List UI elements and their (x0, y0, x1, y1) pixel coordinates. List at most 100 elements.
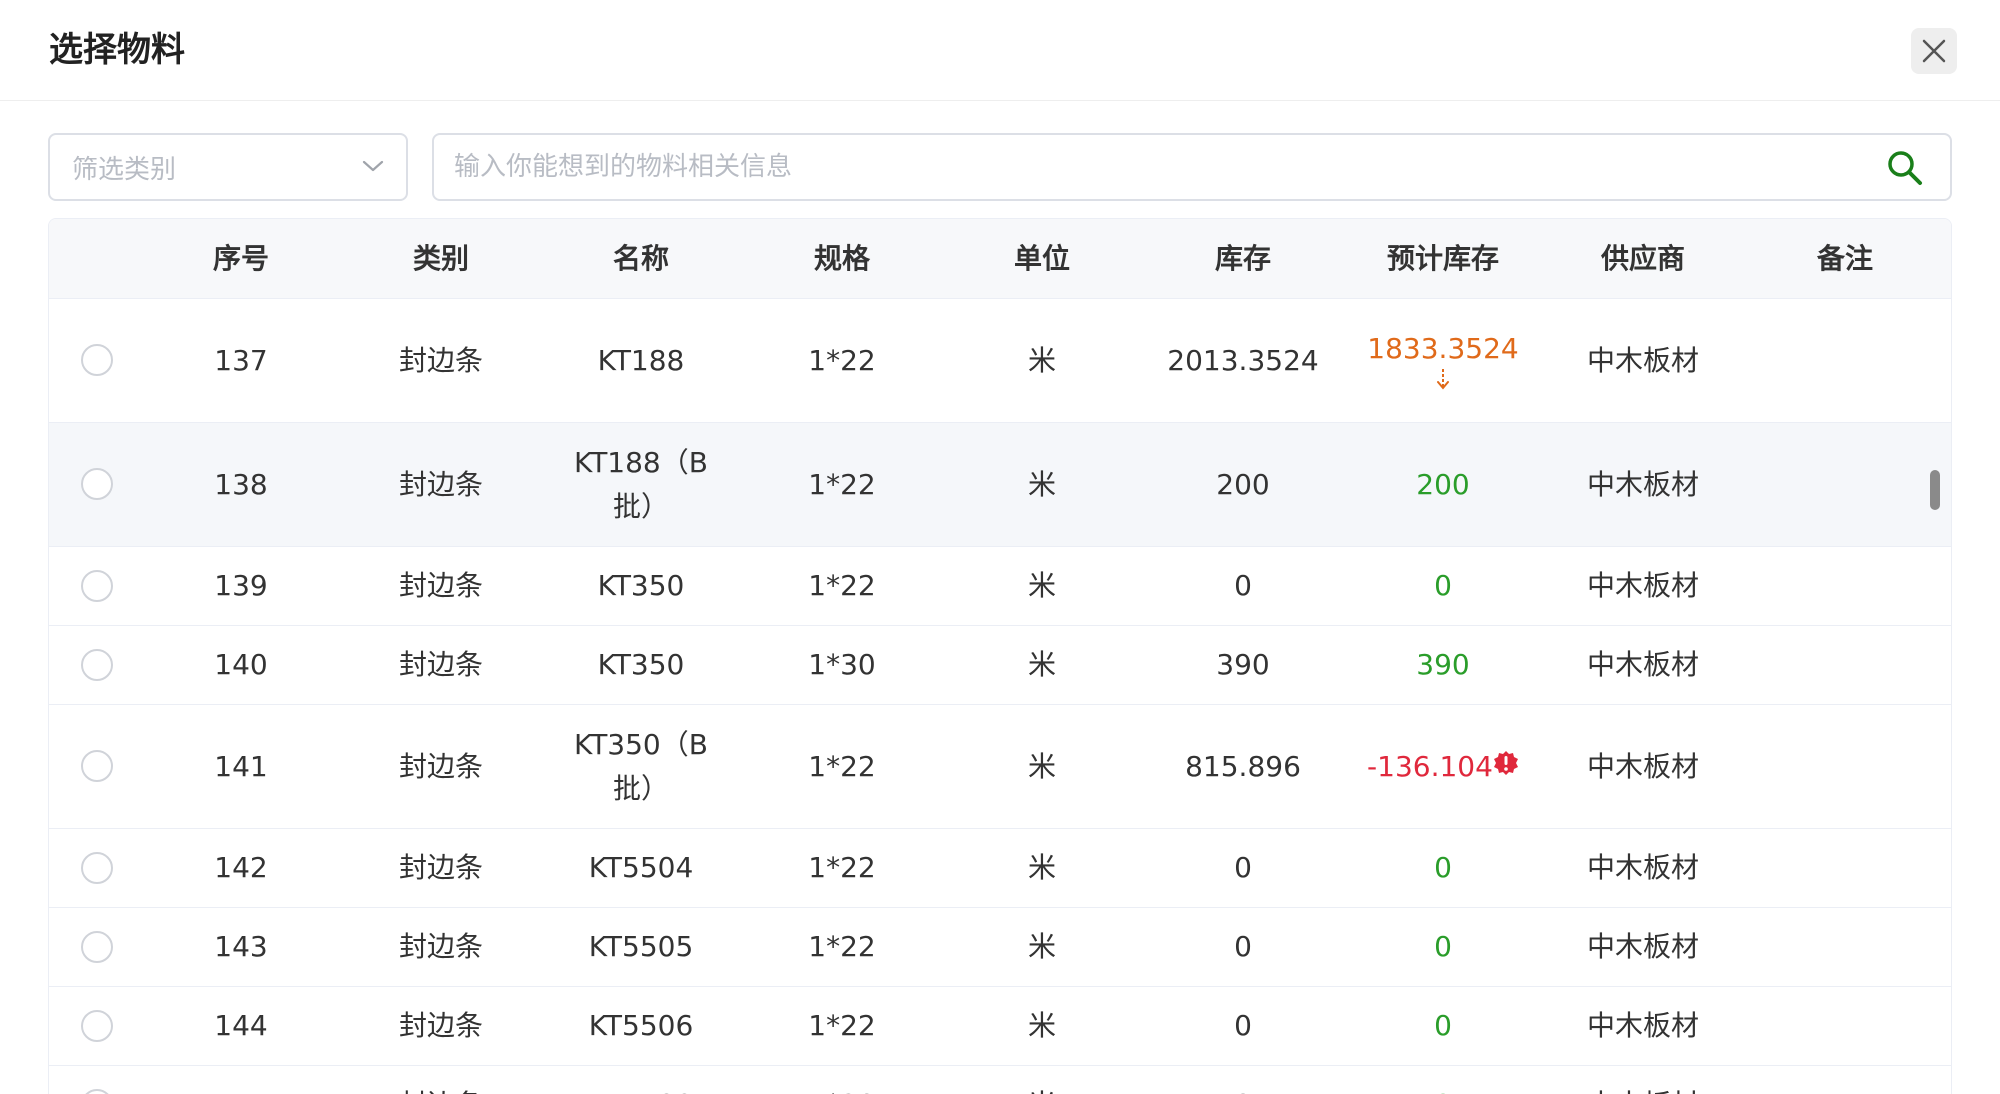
row-select-radio[interactable] (81, 1089, 113, 1094)
row-select-radio[interactable] (81, 468, 113, 500)
cell-unit: 米 (1027, 648, 1056, 681)
cell-unit: 米 (1027, 930, 1056, 963)
cell-category: 封边条 (398, 343, 483, 377)
cell-forecast-stock: 390 (1416, 648, 1470, 681)
cell-stock: 0 (1153, 1066, 1333, 1094)
cell-name: KT350（B批） (561, 705, 721, 828)
search-icon[interactable] (1886, 149, 1924, 187)
forecast-value: 1833.3524 (1367, 331, 1519, 365)
search-input[interactable] (454, 145, 1854, 189)
cell-remark (1765, 987, 1925, 1065)
cell-no: 145 (181, 1066, 301, 1094)
header-category: 类别 (412, 242, 469, 275)
header-no: 序号 (212, 242, 269, 275)
row-select-radio[interactable] (81, 570, 113, 602)
cell-no: 144 (214, 1009, 268, 1042)
cell-supplier: 中木板材 (1586, 749, 1699, 783)
cell-forecast-stock: 0 (1343, 1066, 1543, 1094)
dialog-title: 选择物料 (49, 30, 185, 70)
table-row[interactable]: 141 封边条 KT350（B批） 1*22 米 815.896 -136.10… (49, 705, 1951, 829)
header-spec: 规格 (813, 242, 870, 275)
cell-remark (1765, 626, 1925, 704)
search-box (432, 133, 1952, 201)
cell-forecast-stock: 0 (1434, 1009, 1452, 1042)
cell-category: 封边条 (398, 930, 483, 963)
cell-spec: 1*22 (808, 749, 876, 783)
cell-forecast-stock: 1833.3524 (1343, 299, 1543, 422)
cell-category: 封边条 (398, 851, 483, 884)
cell-no: 137 (214, 343, 268, 377)
category-filter-placeholder: 筛选类别 (72, 154, 177, 185)
material-table: 序号 类别 名称 规格 单位 库存 预计库存 供应商 备注 137 封边条 KT… (48, 218, 1952, 1094)
cell-unit: 米 (1027, 851, 1056, 884)
header-name: 名称 (612, 242, 669, 275)
table-row[interactable]: 144 封边条 KT5506 1*22 米 0 0 中木板材 (49, 987, 1951, 1066)
category-filter-select[interactable]: 筛选类别 (48, 133, 408, 201)
row-select-radio[interactable] (81, 649, 113, 681)
cell-spec: 1*30 (762, 1066, 922, 1094)
table-scrollbar[interactable] (1930, 470, 1940, 510)
cell-forecast-stock: -136.104 (1333, 705, 1553, 828)
cell-unit: 米 (982, 1066, 1102, 1094)
cell-supplier: 中木板材 (1586, 851, 1699, 884)
cell-name: KT5504 (588, 851, 694, 884)
cell-remark (1765, 1066, 1925, 1094)
table-row[interactable]: 137 封边条 KT188 1*22 米 2013.3524 1833.3524… (49, 299, 1951, 423)
header-supplier: 供应商 (1600, 242, 1685, 275)
cell-remark (1765, 705, 1925, 828)
cell-stock: 815.896 (1185, 749, 1301, 783)
cell-unit: 米 (1027, 569, 1056, 602)
cell-stock: 0 (1234, 930, 1252, 963)
table-header: 序号 类别 名称 规格 单位 库存 预计库存 供应商 备注 (49, 219, 1951, 299)
table-row[interactable]: 140 封边条 KT350 1*30 米 390 390 中木板材 (49, 626, 1951, 705)
row-select-radio[interactable] (81, 931, 113, 963)
cell-remark (1765, 829, 1925, 907)
cell-category: 封边条 (398, 648, 483, 681)
cell-remark (1765, 908, 1925, 986)
header-unit: 单位 (1013, 242, 1070, 275)
close-button[interactable] (1911, 28, 1957, 74)
table-row[interactable]: 138 封边条 KT188（B批） 1*22 米 200 200 中木板材 (49, 423, 1951, 547)
table-row[interactable]: 145 封边条 KT5508 1*30 米 0 0 中木板材 (49, 1066, 1951, 1094)
dialog-header: 选择物料 (0, 0, 2000, 101)
cell-remark (1765, 299, 1925, 422)
cell-spec: 1*22 (808, 1009, 876, 1042)
cell-spec: 1*22 (808, 569, 876, 602)
cell-spec: 1*22 (808, 851, 876, 884)
cell-forecast-stock: 0 (1434, 930, 1452, 963)
cell-supplier: 中木板材 (1563, 1066, 1723, 1094)
cell-supplier: 中木板材 (1586, 569, 1699, 602)
cell-forecast-stock: 0 (1434, 851, 1452, 884)
cell-forecast-stock: 0 (1434, 569, 1452, 602)
row-select-radio[interactable] (81, 1010, 113, 1042)
cell-name: KT350 (597, 569, 685, 602)
table-row[interactable]: 139 封边条 KT350 1*22 米 0 0 中木板材 (49, 547, 1951, 626)
row-select-radio[interactable] (81, 344, 113, 376)
cell-stock: 0 (1234, 1009, 1252, 1042)
cell-name: KT5505 (588, 930, 694, 963)
cell-no: 139 (214, 569, 268, 602)
alert-badge-icon (1493, 750, 1518, 775)
select-material-dialog: 选择物料 筛选类别 序号 类别 名称 规格 单位 (0, 0, 2000, 1094)
cell-spec: 1*30 (808, 648, 876, 681)
row-select-radio[interactable] (81, 852, 113, 884)
cell-unit: 米 (1027, 343, 1056, 377)
table-row[interactable]: 143 封边条 KT5505 1*22 米 0 0 中木板材 (49, 908, 1951, 987)
cell-spec: 1*22 (808, 930, 876, 963)
cell-supplier: 中木板材 (1586, 1009, 1699, 1042)
cell-supplier: 中木板材 (1586, 648, 1699, 681)
cell-name: KT188（B批） (561, 423, 721, 546)
cell-no: 141 (214, 749, 268, 783)
arrow-down-icon (1436, 368, 1449, 390)
forecast-value: -136.104 (1367, 749, 1493, 783)
cell-supplier: 中木板材 (1586, 343, 1699, 377)
cell-remark (1765, 547, 1925, 625)
cell-category: 封边条 (398, 467, 483, 501)
header-forecast-stock: 预计库存 (1386, 242, 1499, 275)
row-select-radio[interactable] (81, 750, 113, 782)
cell-stock: 0 (1234, 851, 1252, 884)
cell-category: 封边条 (361, 1066, 521, 1094)
table-row[interactable]: 142 封边条 KT5504 1*22 米 0 0 中木板材 (49, 829, 1951, 908)
header-remark: 备注 (1816, 242, 1873, 275)
cell-category: 封边条 (398, 569, 483, 602)
